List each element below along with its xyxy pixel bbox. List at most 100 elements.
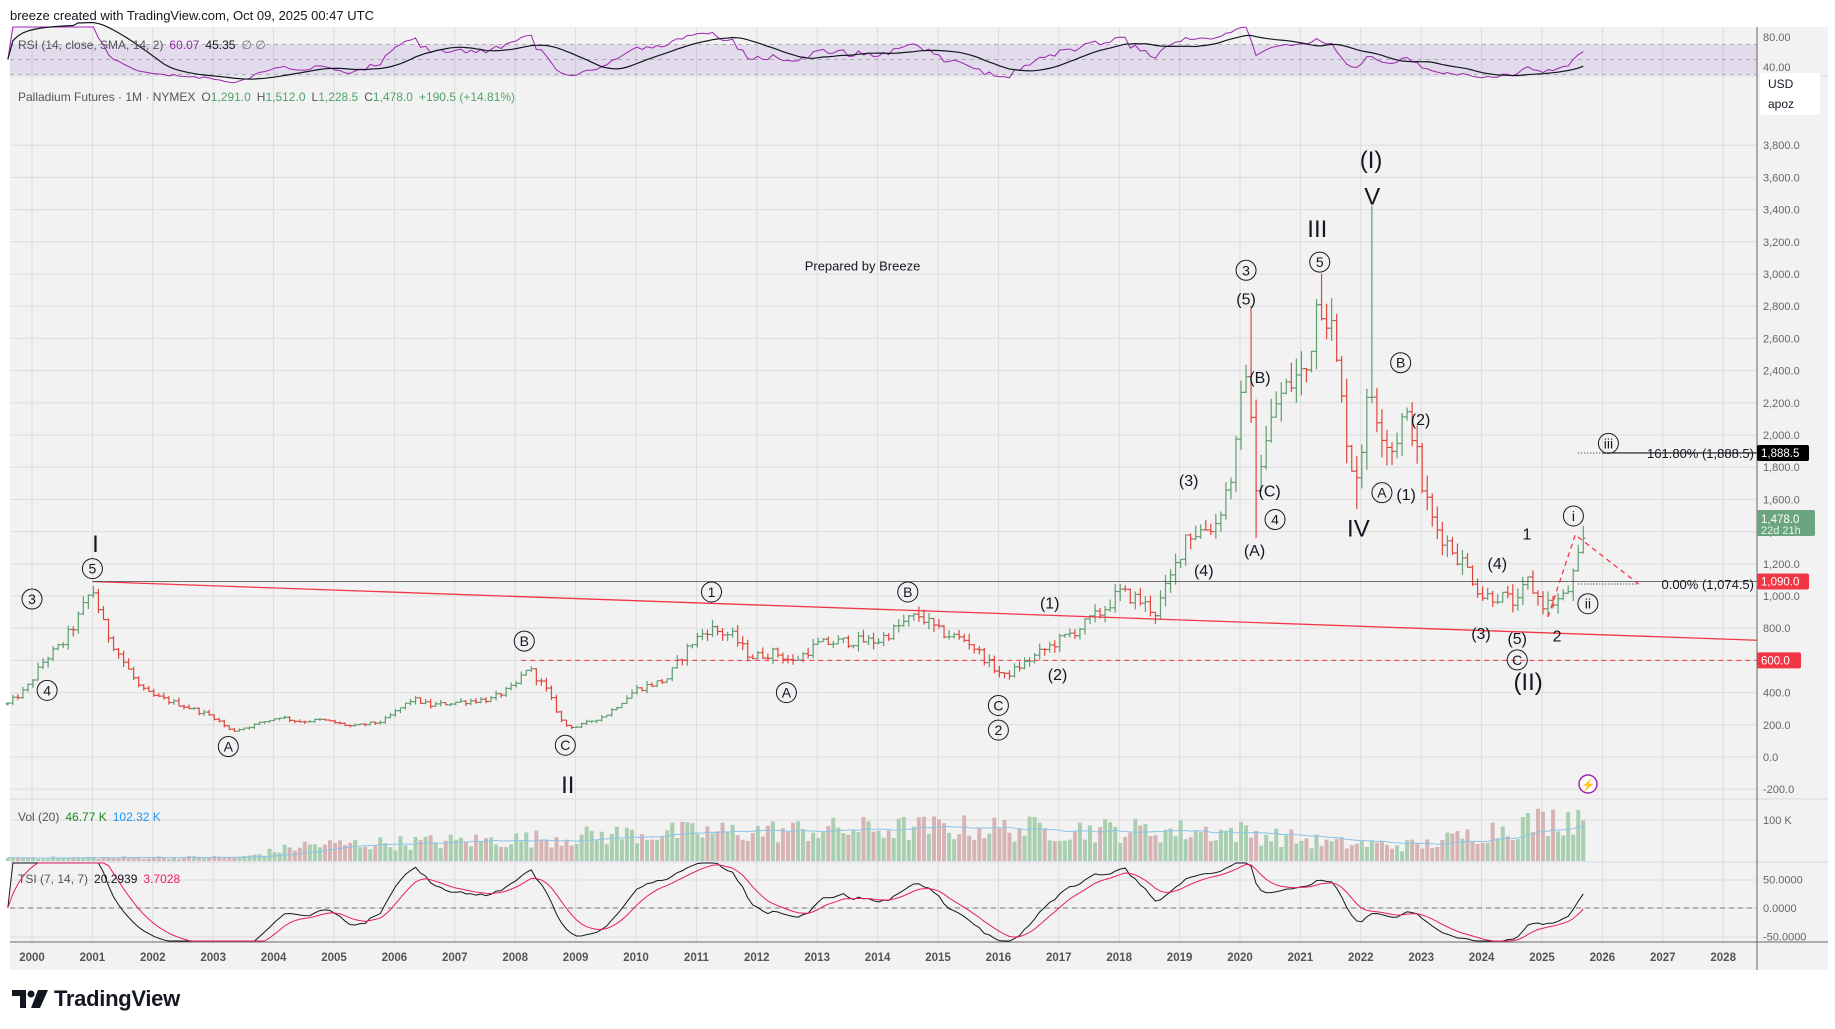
price-tick-label: 400.0 bbox=[1763, 688, 1791, 700]
svg-text:(B): (B) bbox=[1249, 370, 1270, 387]
wave-label-(5): (5) bbox=[1507, 631, 1527, 648]
wave-label-V: V bbox=[1364, 183, 1380, 210]
tradingview-logo[interactable]: TradingView bbox=[12, 986, 180, 1012]
fib-level-label: 161.80% (1,888.5) bbox=[1647, 446, 1754, 461]
volume-bar bbox=[1520, 817, 1525, 861]
volume-bar bbox=[247, 855, 252, 861]
price-badge[interactable]: 1,888.5 bbox=[1757, 444, 1809, 461]
volume-bar bbox=[1455, 831, 1460, 861]
volume-bar bbox=[443, 840, 448, 861]
volume-bar bbox=[494, 844, 499, 861]
volume-bar bbox=[1566, 812, 1571, 861]
svg-text:2: 2 bbox=[1553, 628, 1562, 645]
price-tick-label: 1,800.0 bbox=[1763, 462, 1800, 474]
volume-bar bbox=[1425, 839, 1430, 861]
volume-bar bbox=[735, 835, 740, 861]
volume-bar bbox=[1208, 841, 1213, 861]
price-badge[interactable]: 1,478.022d 21h bbox=[1757, 510, 1815, 537]
svg-text:(3): (3) bbox=[1471, 626, 1491, 643]
volume-bar bbox=[1525, 812, 1530, 861]
volume-bar bbox=[161, 857, 166, 861]
volume-bar bbox=[1480, 842, 1485, 861]
volume-bar bbox=[463, 842, 468, 861]
svg-text:i: i bbox=[1572, 508, 1575, 524]
price-badge[interactable]: 600.0 bbox=[1757, 652, 1801, 669]
volume-bar bbox=[891, 837, 896, 861]
volume-bar bbox=[1027, 816, 1032, 861]
volume-bar bbox=[901, 816, 906, 861]
volume-bar bbox=[1082, 839, 1087, 861]
volume-bar bbox=[1344, 848, 1349, 861]
volume-bar bbox=[1259, 845, 1264, 861]
volume-bar bbox=[886, 830, 891, 861]
volume-bar bbox=[1052, 841, 1057, 861]
volume-bar bbox=[614, 826, 619, 861]
volume-bar bbox=[478, 841, 483, 861]
volume-bar bbox=[438, 847, 443, 861]
time-tick-label: 2002 bbox=[140, 952, 166, 964]
volume-bar bbox=[861, 817, 866, 861]
volume-bar bbox=[1062, 840, 1067, 861]
volume-bar bbox=[277, 852, 282, 861]
volume-bar bbox=[1183, 839, 1188, 861]
volume-bar bbox=[1541, 811, 1546, 861]
volume-bar bbox=[413, 836, 418, 861]
volume-tick-label: 100 K bbox=[1763, 815, 1792, 827]
price-tick-label: 2,600.0 bbox=[1763, 333, 1800, 345]
annotation-text: Prepared by Breeze bbox=[805, 259, 921, 274]
wave-label-(4): (4) bbox=[1194, 563, 1214, 580]
volume-bar bbox=[1057, 840, 1062, 861]
svg-text:2: 2 bbox=[995, 722, 1003, 738]
volume-bar bbox=[1445, 832, 1450, 861]
currency-unit-box[interactable]: USD apoz bbox=[1760, 73, 1820, 115]
unit-label[interactable]: apoz bbox=[1768, 97, 1794, 111]
time-tick-label: 2009 bbox=[563, 952, 589, 964]
wave-label-III: III bbox=[1307, 216, 1327, 243]
wave-label-I: I bbox=[92, 531, 99, 558]
price-chart[interactable]: 161.80% (1,888.5) 0.00% (1,074.5) 3 4 5 I A B C I… bbox=[0, 0, 1835, 1029]
price-tick-label: 3,400.0 bbox=[1763, 205, 1800, 217]
volume-bar bbox=[1007, 832, 1012, 861]
volume-bar bbox=[1314, 834, 1319, 861]
volume-bar bbox=[1571, 834, 1576, 861]
wave-label-II: II bbox=[561, 772, 574, 799]
volume-bar bbox=[645, 839, 650, 861]
volume-bar bbox=[353, 840, 358, 861]
volume-bar bbox=[428, 835, 433, 861]
volume-bar bbox=[1485, 842, 1490, 861]
volume-bar bbox=[549, 847, 554, 861]
volume-bar bbox=[906, 840, 911, 861]
svg-text:(4): (4) bbox=[1194, 563, 1214, 580]
volume-bar bbox=[1556, 831, 1561, 861]
volume-bar bbox=[403, 845, 408, 861]
volume-bar bbox=[312, 844, 317, 861]
price-badge[interactable]: 1,090.0 bbox=[1757, 573, 1809, 590]
volume-bar bbox=[46, 858, 51, 861]
wave-label-(C): (C) bbox=[1258, 483, 1280, 500]
svg-text:1: 1 bbox=[708, 584, 716, 600]
price-tick-label: 2,400.0 bbox=[1763, 366, 1800, 378]
tsi-tick-label: 0.0000 bbox=[1763, 903, 1797, 915]
currency-label[interactable]: USD bbox=[1768, 77, 1794, 91]
volume-bar bbox=[1561, 835, 1566, 861]
volume-bar bbox=[41, 859, 46, 861]
volume-bar bbox=[655, 839, 660, 861]
volume-bar bbox=[1329, 841, 1334, 861]
volume-bar bbox=[1143, 824, 1148, 861]
volume-bar bbox=[821, 831, 826, 861]
svg-text:(2): (2) bbox=[1411, 412, 1431, 429]
time-tick-label: 2020 bbox=[1227, 952, 1253, 964]
volume-bar bbox=[1440, 840, 1445, 861]
volume-bar bbox=[348, 842, 353, 861]
volume-bar bbox=[967, 835, 972, 861]
time-tick-label: 2018 bbox=[1106, 952, 1132, 964]
alert-icon[interactable]: ⚡ bbox=[1578, 774, 1598, 794]
svg-text:C: C bbox=[993, 697, 1003, 713]
volume-bar bbox=[1103, 819, 1108, 861]
time-tick-label: 2001 bbox=[80, 952, 106, 964]
price-tick-label: 3,200.0 bbox=[1763, 237, 1800, 249]
volume-bar bbox=[796, 821, 801, 861]
volume-bar bbox=[725, 831, 730, 861]
ohlc-bar bbox=[5, 702, 11, 706]
volume-bar bbox=[1379, 841, 1384, 861]
